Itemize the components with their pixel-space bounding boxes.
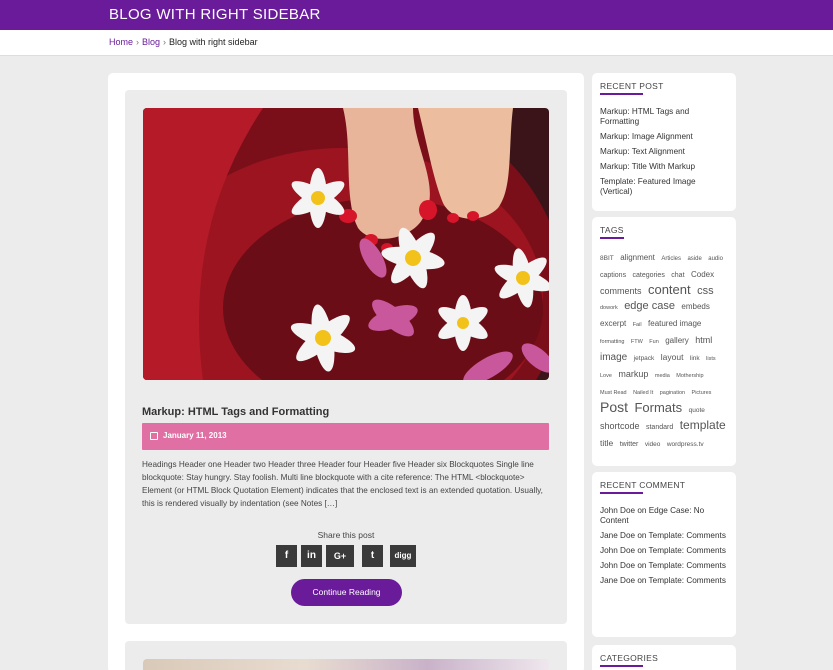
tag-link[interactable]: aside <box>687 256 701 262</box>
recent-post-link[interactable]: Markup: Image Alignment <box>600 132 730 142</box>
post-card <box>125 641 567 670</box>
widget-title: RECENT POST <box>600 81 664 91</box>
tag-link[interactable]: Formats <box>634 400 682 415</box>
recent-posts-widget: RECENT POST Markup: HTML Tags and Format… <box>592 73 736 211</box>
share-label: Share this post <box>317 530 375 540</box>
tag-link[interactable]: Fail <box>633 322 642 328</box>
tag-link[interactable]: Nailed It <box>633 390 653 396</box>
tag-link[interactable]: template <box>680 418 726 432</box>
tag-link[interactable]: jetpack <box>634 355 655 362</box>
tag-link[interactable]: formatting <box>600 339 624 345</box>
breadcrumb-separator: › <box>136 37 140 47</box>
site-header: BLOG WITH RIGHT SIDEBAR <box>0 0 833 30</box>
tag-link[interactable]: Must Read <box>600 390 627 396</box>
categories-widget: CATEGORIES <box>592 645 736 670</box>
tag-link[interactable]: excerpt <box>600 319 626 328</box>
tag-link[interactable]: link <box>690 355 700 362</box>
tag-link[interactable]: pagination <box>660 390 685 396</box>
tag-link[interactable]: Articles <box>661 256 681 262</box>
tag-link[interactable]: layout <box>661 352 684 362</box>
recent-comment-link[interactable]: John Doe on Template: Comments <box>600 546 730 556</box>
tag-link[interactable]: wordpress.tv <box>667 441 704 448</box>
recent-comment-link[interactable]: John Doe on Edge Case: No Content <box>600 506 730 526</box>
recent-post-link[interactable]: Markup: HTML Tags and Formatting <box>600 107 730 127</box>
recent-post-link[interactable]: Markup: Text Alignment <box>600 147 730 157</box>
tag-link[interactable]: captions <box>600 272 626 279</box>
recent-comments-list: John Doe on Edge Case: No Content Jane D… <box>600 506 730 591</box>
tag-link[interactable]: Post <box>600 399 628 415</box>
tag-link[interactable]: comments <box>600 286 642 296</box>
recent-comment-link[interactable]: John Doe on Template: Comments <box>600 561 730 571</box>
recent-posts-list: Markup: HTML Tags and Formatting Markup:… <box>600 107 730 202</box>
post-date: January 11, 2013 <box>163 431 227 440</box>
post-date-bar: January 11, 2013 <box>142 423 549 450</box>
tag-link[interactable]: alignment <box>620 253 655 262</box>
post-excerpt: Headings Header one Header two Header th… <box>142 460 543 508</box>
digg-icon[interactable]: digg <box>390 545 416 567</box>
tag-link[interactable]: Fun <box>649 339 658 345</box>
breadcrumb-bar: Home › Blog › Blog with right sidebar <box>0 30 833 56</box>
title-underline <box>600 492 643 494</box>
tag-link[interactable]: twitter <box>620 441 639 448</box>
recent-comment-link[interactable]: Jane Doe on Template: Comments <box>600 531 730 541</box>
widget-title: CATEGORIES <box>600 653 659 663</box>
post-card: Markup: HTML Tags and Formatting January… <box>125 90 567 624</box>
linkedin-icon[interactable]: in <box>301 545 322 567</box>
tag-link[interactable]: audio <box>708 256 723 262</box>
post-title-link[interactable]: Markup: HTML Tags and Formatting <box>142 406 329 418</box>
tag-link[interactable]: 8BIT <box>600 255 614 262</box>
post-featured-image[interactable] <box>143 659 549 670</box>
tag-link[interactable]: standard <box>646 424 673 431</box>
main-content: Markup: HTML Tags and Formatting January… <box>108 73 584 670</box>
tag-link[interactable]: lists <box>706 356 715 362</box>
tag-link[interactable]: content <box>648 282 691 297</box>
tag-link[interactable]: chat <box>671 272 684 279</box>
tag-link[interactable]: video <box>645 441 661 448</box>
tag-link[interactable]: Love <box>600 373 612 379</box>
breadcrumb-separator: › <box>163 37 167 47</box>
title-underline <box>600 237 624 239</box>
title-underline <box>600 665 643 667</box>
tag-link[interactable]: markup <box>618 369 648 379</box>
tag-link[interactable]: quote <box>689 407 705 414</box>
calendar-icon <box>150 432 158 440</box>
breadcrumb-blog-link[interactable]: Blog <box>142 37 160 47</box>
tag-link[interactable]: shortcode <box>600 421 640 431</box>
tag-link[interactable]: embeds <box>681 302 709 311</box>
recent-post-link[interactable]: Template: Featured Image (Vertical) <box>600 177 730 197</box>
tag-link[interactable]: Mothership <box>676 373 703 379</box>
tag-link[interactable]: edge case <box>624 300 675 312</box>
continue-reading-button[interactable]: Continue Reading <box>291 579 402 606</box>
widget-title: RECENT COMMENT <box>600 480 686 490</box>
recent-comments-widget: RECENT COMMENT John Doe on Edge Case: No… <box>592 472 736 637</box>
breadcrumb: Home › Blog › Blog with right sidebar <box>109 37 258 47</box>
recent-post-link[interactable]: Markup: Title With Markup <box>600 162 730 172</box>
post-featured-image[interactable] <box>143 108 549 380</box>
tags-widget: TAGS 8BIT alignment Articles aside audio… <box>592 217 736 466</box>
tag-link[interactable]: title <box>600 438 613 448</box>
page-title: BLOG WITH RIGHT SIDEBAR <box>109 6 321 23</box>
tag-link[interactable]: css <box>697 285 714 297</box>
twitter-icon[interactable]: t <box>362 545 383 567</box>
tag-link[interactable]: html <box>695 335 712 345</box>
tag-link[interactable]: gallery <box>665 336 689 345</box>
breadcrumb-current: Blog with right sidebar <box>169 37 258 47</box>
recent-comment-link[interactable]: Jane Doe on Template: Comments <box>600 576 730 586</box>
tag-link[interactable]: Codex <box>691 270 714 279</box>
tag-link[interactable]: Pictures <box>692 390 712 396</box>
title-underline <box>600 93 643 95</box>
tag-link[interactable]: featured image <box>648 319 701 328</box>
tag-link[interactable]: categories <box>633 272 665 279</box>
tag-link[interactable]: dowork <box>600 305 618 311</box>
widget-title: TAGS <box>600 225 624 235</box>
breadcrumb-home-link[interactable]: Home <box>109 37 133 47</box>
tag-link[interactable]: FTW <box>631 339 643 345</box>
tag-cloud: 8BIT alignment Articles aside audio capt… <box>600 249 732 452</box>
tag-link[interactable]: image <box>600 352 627 363</box>
tag-link[interactable]: media <box>655 373 670 379</box>
google-plus-icon[interactable]: G+ <box>326 545 354 567</box>
facebook-icon[interactable]: f <box>276 545 297 567</box>
